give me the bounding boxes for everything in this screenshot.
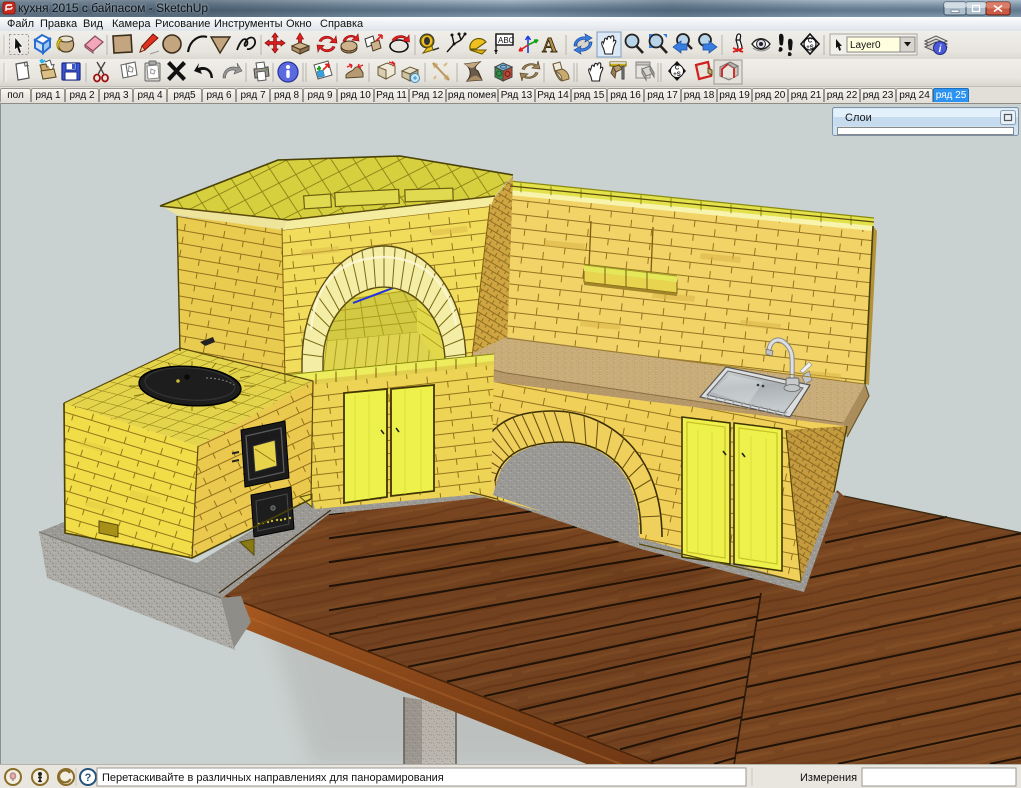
svg-text:Слои: Слои <box>845 112 872 124</box>
svg-text:ABC: ABC <box>498 36 515 45</box>
svg-text:?: ? <box>85 772 92 784</box>
svg-text:C: C <box>808 39 813 45</box>
svg-text:+S: +S <box>673 72 681 78</box>
svg-text:A: A <box>542 33 558 57</box>
svg-text:Layer0: Layer0 <box>850 40 881 51</box>
svg-text:Перетаскивайте в различных нап: Перетаскивайте в различных направлениях … <box>102 772 444 784</box>
svg-text:C: C <box>675 66 680 72</box>
svg-text:i: i <box>939 44 942 55</box>
svg-text:+S: +S <box>806 45 814 51</box>
svg-text:Измерения: Измерения <box>800 772 857 784</box>
